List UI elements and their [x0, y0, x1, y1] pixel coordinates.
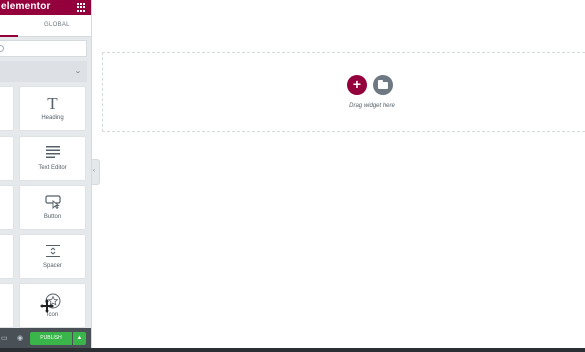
search-icon [0, 45, 4, 52]
drag-cursor-icon [40, 299, 54, 313]
widget-spacer[interactable]: Spacer [19, 234, 86, 279]
widget-card-left[interactable] [0, 234, 14, 279]
text-editor-icon [20, 146, 85, 162]
button-icon [20, 195, 85, 213]
widget-text-editor[interactable]: Text Editor [19, 136, 86, 181]
spacer-icon [20, 244, 85, 262]
widget-card-left[interactable] [0, 283, 14, 328]
widget-card-left[interactable] [0, 86, 14, 131]
panel-header: elementor [0, 0, 91, 15]
widget-label: Spacer [42, 263, 62, 269]
tab-global[interactable]: GLOBAL [44, 22, 70, 28]
category-header[interactable]: ⌄ [0, 61, 87, 82]
widget-button[interactable]: Button [19, 185, 86, 230]
widget-heading[interactable]: T Heading [19, 86, 86, 131]
publish-options-button[interactable]: ▲ [73, 332, 86, 345]
panel-footer: ▭ ◉ PUBLISH ▲ [0, 328, 91, 348]
brand-logo: elementor [1, 1, 51, 12]
widget-label: Heading [41, 115, 64, 121]
add-template-button[interactable] [373, 75, 393, 95]
heading-icon: T [47, 94, 58, 113]
chevron-down-icon: ⌄ [74, 68, 82, 75]
editor-root: elementor GLOBAL ⌄ T Heading Text Editor… [0, 0, 585, 352]
panel-collapse-handle[interactable]: ‹ [92, 159, 100, 185]
widget-label: Text Editor [38, 165, 67, 171]
tab-elements[interactable] [0, 15, 18, 37]
widget-label: Button [43, 214, 62, 220]
preview-eye-icon[interactable]: ◉ [17, 334, 23, 342]
widget-card-left[interactable] [0, 136, 14, 181]
publish-button[interactable]: PUBLISH [30, 332, 72, 345]
panel-tabs: GLOBAL [0, 15, 91, 37]
search-input[interactable] [0, 40, 87, 57]
responsive-mode-icon[interactable]: ▭ [1, 334, 8, 342]
folder-icon [378, 80, 388, 89]
widget-card-left[interactable] [0, 185, 14, 230]
add-section-button[interactable]: + [347, 75, 367, 95]
widgets-grid-icon[interactable] [77, 3, 86, 12]
drop-zone-label: Drag widget here [349, 103, 395, 109]
drop-zone[interactable] [102, 52, 585, 132]
chevron-left-icon: ‹ [93, 168, 95, 174]
bottom-bar [0, 348, 585, 352]
